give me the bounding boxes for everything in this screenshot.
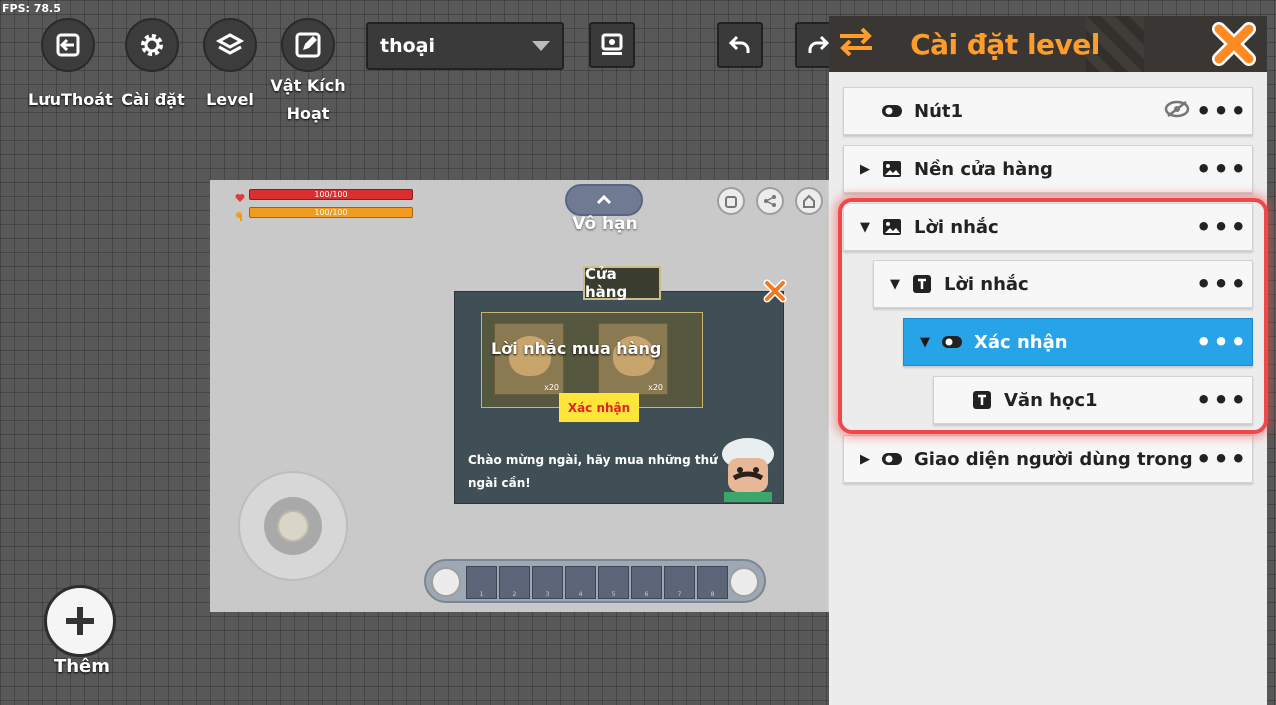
more-options-button[interactable]: •••	[1196, 272, 1246, 296]
heart-icon	[235, 188, 245, 207]
settings-label: Cài đặt	[121, 90, 185, 109]
monitor-icon	[601, 33, 623, 55]
craft-icon[interactable]	[729, 567, 759, 597]
hotbar: 1 2 3 4 5 6 7 8	[424, 559, 766, 603]
undo-icon	[728, 35, 750, 53]
chevron-up-icon	[596, 195, 612, 205]
screenshot-button[interactable]	[589, 22, 635, 68]
tree-row-label: Văn học1	[1004, 389, 1098, 411]
bag-icon[interactable]	[431, 567, 461, 597]
close-icon	[1212, 22, 1256, 66]
backpack-icon[interactable]	[717, 187, 745, 215]
joystick[interactable]	[238, 471, 348, 581]
caret-down-icon[interactable]: ▼	[918, 335, 932, 350]
level-button[interactable]	[203, 18, 257, 72]
toggle-icon	[882, 449, 902, 469]
add-label: Thêm	[53, 656, 111, 677]
trigger-button[interactable]	[281, 18, 335, 72]
hunger-bar: 100/100	[249, 207, 413, 218]
caret-right-icon[interactable]: ▶	[858, 452, 872, 467]
item-quantity: x20	[648, 383, 663, 392]
prompt-title: Lời nhắc mua hàng	[491, 339, 662, 358]
trigger-label-line2: Hoạt	[286, 104, 330, 123]
text-icon	[972, 390, 992, 410]
tree-row-literature[interactable]: Văn học1 •••	[933, 376, 1253, 424]
toggle-icon	[882, 101, 902, 121]
hotbar-slot[interactable]: 8	[697, 566, 728, 599]
more-options-button[interactable]: •••	[1196, 157, 1246, 181]
share-icon[interactable]	[756, 187, 784, 215]
gear-icon	[141, 34, 163, 56]
mode-label: Vô hạn	[572, 214, 638, 234]
tree-row-nut1[interactable]: Nút1 •••	[843, 87, 1253, 135]
hotbar-slot[interactable]: 6	[631, 566, 662, 599]
chevron-down-icon	[532, 41, 550, 51]
trigger-label-line1: Vật Kích	[270, 76, 346, 95]
tree-row-shop-bg[interactable]: ▶ Nền cửa hàng •••	[843, 145, 1253, 193]
more-options-button[interactable]: •••	[1196, 215, 1246, 239]
dropdown-value: thoại	[380, 35, 435, 57]
tree-row-label: Nền cửa hàng	[914, 158, 1053, 180]
more-options-button[interactable]: •••	[1196, 330, 1246, 354]
mode-indicator	[565, 184, 643, 216]
item-quantity: x20	[544, 383, 559, 392]
exit-icon	[56, 33, 80, 57]
close-icon[interactable]	[763, 279, 787, 307]
level-label: Level	[206, 90, 254, 109]
more-options-button[interactable]: •••	[1196, 388, 1246, 412]
caret-down-icon[interactable]: ▼	[888, 277, 902, 292]
swap-icon[interactable]	[836, 24, 876, 64]
panel-title: Cài đặt level	[910, 28, 1100, 61]
settings-button[interactable]	[125, 18, 179, 72]
tree-row-reminder[interactable]: ▼ Lời nhắc •••	[843, 203, 1253, 251]
edit-icon	[295, 32, 321, 58]
hotbar-slot[interactable]: 1	[466, 566, 497, 599]
merchant-avatar	[714, 434, 780, 502]
hotbar-slot[interactable]: 7	[664, 566, 695, 599]
shop-message: Chào mừng ngài, hãy mua những thứ ngài c…	[468, 453, 718, 490]
tree-row-label: Xác nhận	[974, 331, 1068, 353]
more-options-button[interactable]: •••	[1196, 447, 1246, 471]
tree-row-reminder-text[interactable]: ▼ Lời nhắc •••	[873, 260, 1253, 308]
hotbar-slot[interactable]: 5	[598, 566, 629, 599]
tree-row-label: Giao diện người dùng trong t	[914, 448, 1196, 470]
hunger-icon	[235, 206, 245, 225]
hotbar-slot[interactable]: 2	[499, 566, 530, 599]
image-icon	[882, 159, 902, 179]
fps-counter: FPS: 78.5	[2, 2, 61, 15]
redo-icon	[808, 35, 830, 53]
save-exit-button[interactable]	[41, 18, 95, 72]
joystick-knob[interactable]	[277, 510, 309, 542]
add-button[interactable]	[44, 585, 116, 657]
caret-down-icon[interactable]: ▼	[858, 220, 872, 235]
tree-row-label: Nút1	[914, 100, 964, 122]
hotbar-slot[interactable]: 3	[532, 566, 563, 599]
plus-icon	[66, 607, 94, 635]
shop-item[interactable]: x20	[598, 323, 668, 395]
confirm-button[interactable]: Xác nhận	[559, 393, 639, 422]
tree-row-label: Lời nhắc	[944, 273, 1029, 295]
undo-button[interactable]	[717, 22, 763, 68]
shop-title: Cửa hàng	[583, 265, 661, 301]
tree-row-label: Lời nhắc	[914, 216, 999, 238]
panel-close-button[interactable]	[1206, 16, 1262, 72]
caret-right-icon[interactable]: ▶	[858, 162, 872, 177]
shop-item[interactable]: x20	[494, 323, 564, 395]
layers-icon	[215, 33, 245, 55]
text-icon	[912, 274, 932, 294]
save-exit-label: LưuThoát	[28, 90, 113, 109]
scene-dropdown[interactable]: thoại	[366, 22, 564, 70]
toggle-icon	[942, 332, 962, 352]
hotbar-slot[interactable]: 4	[565, 566, 596, 599]
tree-row-ui[interactable]: ▶ Giao diện người dùng trong t •••	[843, 435, 1253, 483]
image-icon	[882, 217, 902, 237]
home-icon[interactable]	[795, 187, 823, 215]
more-options-button[interactable]: •••	[1196, 99, 1246, 123]
eye-off-icon[interactable]	[1164, 100, 1190, 122]
health-bar: 100/100	[249, 189, 413, 200]
tree-row-confirm[interactable]: ▼ Xác nhận •••	[903, 318, 1253, 366]
